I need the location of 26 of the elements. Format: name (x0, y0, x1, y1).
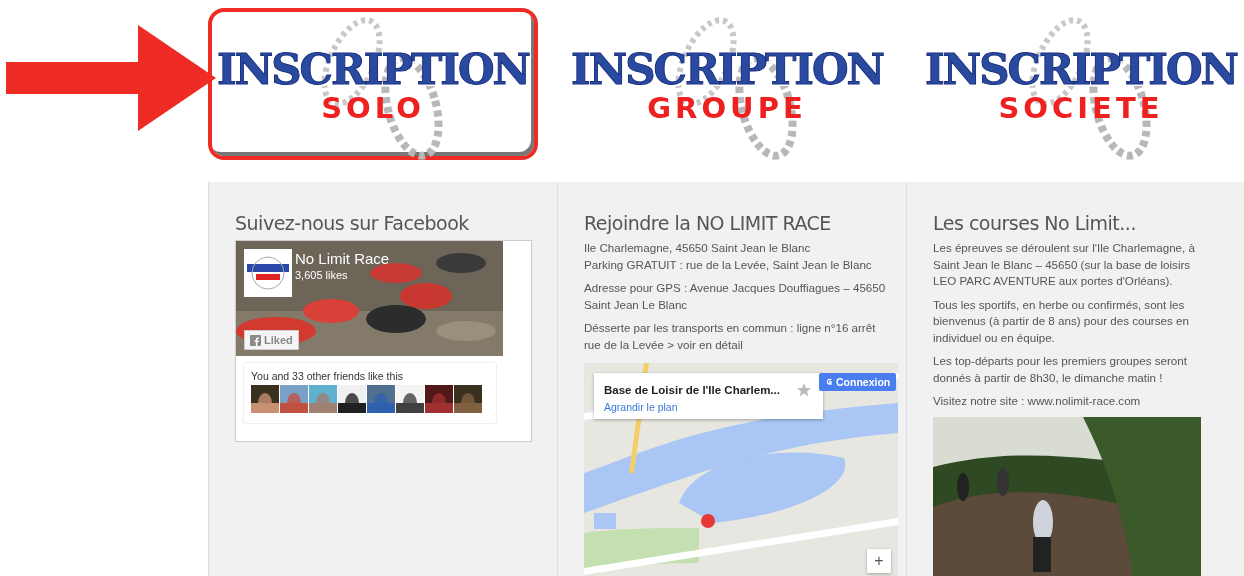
logo-icon (244, 249, 292, 297)
enlarge-map-link[interactable]: Agrandir le plan (604, 401, 813, 413)
section-heading: Rejoindre la NO LIMIT RACE (584, 212, 832, 234)
info-paragraph: Visitez notre site : www.nolimit-race.com (933, 393, 1142, 409)
sign-in-button[interactable]: Connexion (819, 373, 897, 391)
address-text: Parking GRATUIT : rue de la Levée, Saint Jean le Blanc (584, 256, 873, 273)
page-name[interactable]: No Limit Race (295, 250, 390, 267)
info-paragraph: Les top-départs pour les premiers groupes seront donnés à partir de 8h30, le dimanche matin ! (933, 353, 1188, 386)
facebook-icon (250, 334, 261, 346)
inscription-banner[interactable]: INSCRIPTION SOCIETE (916, 8, 1244, 160)
inscription-banner[interactable]: INSCRIPTION SOLO (208, 8, 538, 160)
section-heading: Suivez-nous sur Facebook (235, 212, 470, 234)
friends-text: You and 33 other friends like this (251, 370, 404, 382)
info-paragraph: Les épreuves se déroulent sur l'Ile Charlemagne, à Saint Jean le Blanc – 45650 (sur la base de loisirs LEO PARC AVENTURE aux portes d'Orléans). (933, 240, 1196, 289)
like-count: 3,605 likes (295, 269, 348, 281)
address-text: Ile Charlemagne, 45650 Saint Jean le Blanc (584, 240, 812, 256)
place-title: Base de Loisir de l'Ile Charlem... (604, 384, 780, 396)
inscription-banner[interactable]: INSCRIPTION GROUPE (562, 8, 892, 160)
address-text: Désserte par les transports en commun : ligne n°16 arrêt rue de la Levée > voir en détail (584, 320, 877, 353)
arrow-icon (6, 25, 216, 131)
address-text: Adresse pour GPS : Avenue Jacques Douffiagues – 45650 Saint Jean Le Blanc (584, 280, 887, 313)
star-icon[interactable] (797, 383, 811, 397)
info-paragraph: Tous les sportifs, en herbe ou confirmés, sont les bienvenus (à partir de 8 ans) pour des courses en individuel ou en équipe. (933, 296, 1190, 346)
google-icon (825, 377, 833, 387)
zoom-in-button[interactable]: + (867, 549, 891, 573)
section-heading: Les courses No Limit... (933, 212, 1137, 234)
